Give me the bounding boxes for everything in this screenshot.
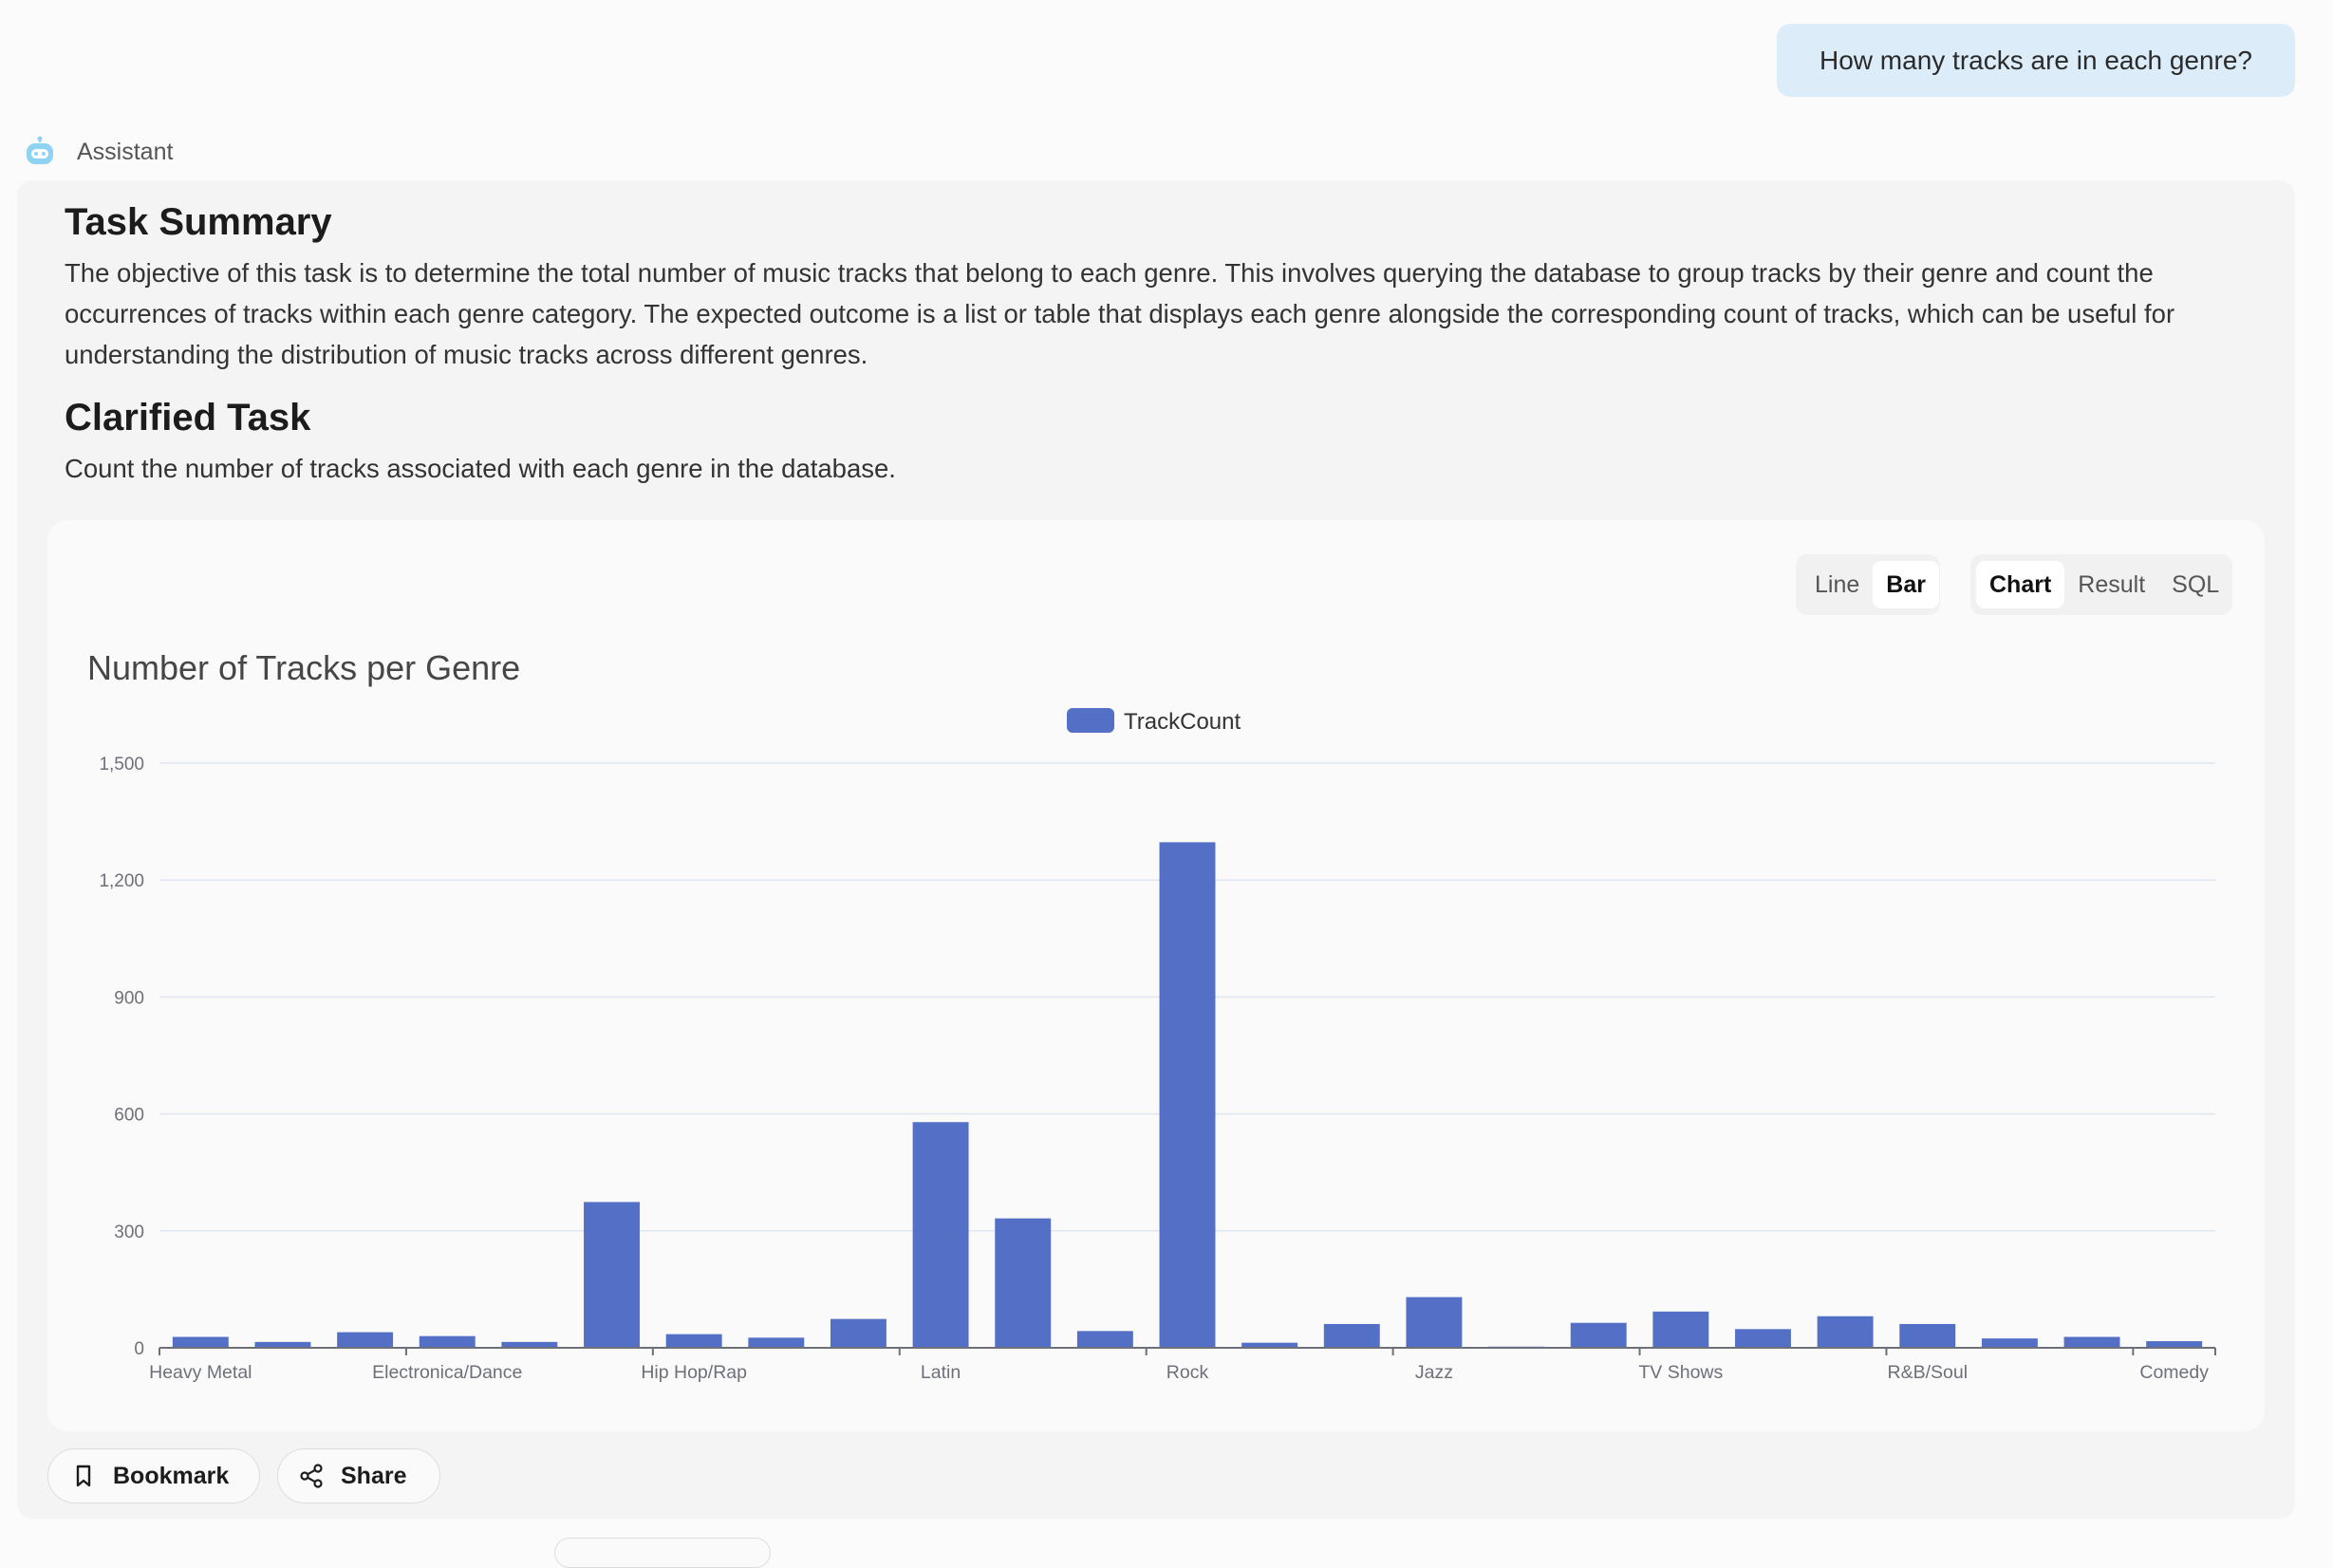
x-tick-label: TV Shows	[1638, 1362, 1723, 1383]
x-tick-label: Latin	[921, 1362, 961, 1383]
y-tick-label: 300	[114, 1223, 144, 1242]
bar[interactable]	[912, 1122, 969, 1348]
bar[interactable]	[1076, 1331, 1133, 1348]
assistant-header: Assistant	[24, 133, 173, 171]
bar-chart: Number of Tracks per Genre TrackCount 0 3…	[87, 648, 2216, 1383]
x-tick-label: Electronica/Dance	[372, 1362, 522, 1383]
bookmark-button[interactable]: Bookmark	[47, 1448, 260, 1503]
bar[interactable]	[1570, 1322, 1627, 1348]
bookmark-label: Bookmark	[113, 1462, 230, 1489]
bar[interactable]	[337, 1332, 394, 1348]
x-tick-label: Hip Hop/Rap	[641, 1362, 747, 1383]
task-summary-heading: Task Summary	[65, 201, 332, 243]
y-tick-label: 600	[114, 1106, 144, 1126]
clarified-task-text: Count the number of tracks associated wi…	[65, 454, 896, 483]
task-summary-text: The objective of this task is to determi…	[65, 258, 2175, 369]
bar[interactable]	[748, 1337, 805, 1348]
bar[interactable]	[1899, 1323, 1956, 1348]
user-message-text: How many tracks are in each genre?	[1820, 45, 2252, 75]
bar[interactable]	[1817, 1316, 1874, 1348]
share-button[interactable]: Share	[277, 1448, 440, 1503]
clarified-task-heading: Clarified Task	[65, 397, 311, 439]
x-tick-label: R&B/Soul	[1887, 1362, 1968, 1383]
chart-legend[interactable]: TrackCount	[1067, 708, 1241, 735]
bar[interactable]	[584, 1202, 640, 1348]
x-tick-label: Jazz	[1415, 1362, 1453, 1383]
y-tick-label: 0	[134, 1339, 144, 1359]
bar[interactable]	[1735, 1329, 1791, 1348]
x-tick-label: Heavy Metal	[149, 1362, 252, 1383]
bar[interactable]	[1406, 1297, 1463, 1348]
legend-swatch	[1067, 708, 1114, 733]
bar[interactable]	[1652, 1311, 1709, 1348]
chart-title: Number of Tracks per Genre	[87, 648, 520, 687]
x-tick-label: Rock	[1166, 1362, 1209, 1383]
assistant-label: Assistant	[77, 138, 174, 165]
bar[interactable]	[419, 1335, 476, 1348]
bar[interactable]	[1323, 1323, 1380, 1348]
user-message-bubble: How many tracks are in each genre?	[1777, 24, 2295, 97]
chart-card: Line Bar Chart Result SQL Number of Trac…	[47, 520, 2265, 1431]
x-tick-label: Comedy	[2139, 1362, 2209, 1383]
legend-label: TrackCount	[1124, 709, 1241, 735]
y-tick-label: 1,200	[99, 871, 144, 891]
y-tick-label: 1,500	[99, 755, 144, 775]
share-label: Share	[341, 1462, 407, 1489]
next-action-button[interactable]	[554, 1538, 771, 1568]
bar[interactable]	[1159, 842, 1216, 1348]
bookmark-icon	[76, 1465, 91, 1487]
bar[interactable]	[1981, 1338, 2038, 1348]
y-tick-label: 900	[114, 988, 144, 1008]
robot-icon	[27, 136, 53, 164]
bar[interactable]	[172, 1336, 229, 1348]
bar[interactable]	[995, 1218, 1052, 1348]
share-icon	[300, 1464, 323, 1488]
bar[interactable]	[665, 1334, 722, 1348]
bar[interactable]	[2063, 1336, 2120, 1348]
bar[interactable]	[830, 1318, 887, 1348]
bar[interactable]	[2146, 1341, 2203, 1348]
